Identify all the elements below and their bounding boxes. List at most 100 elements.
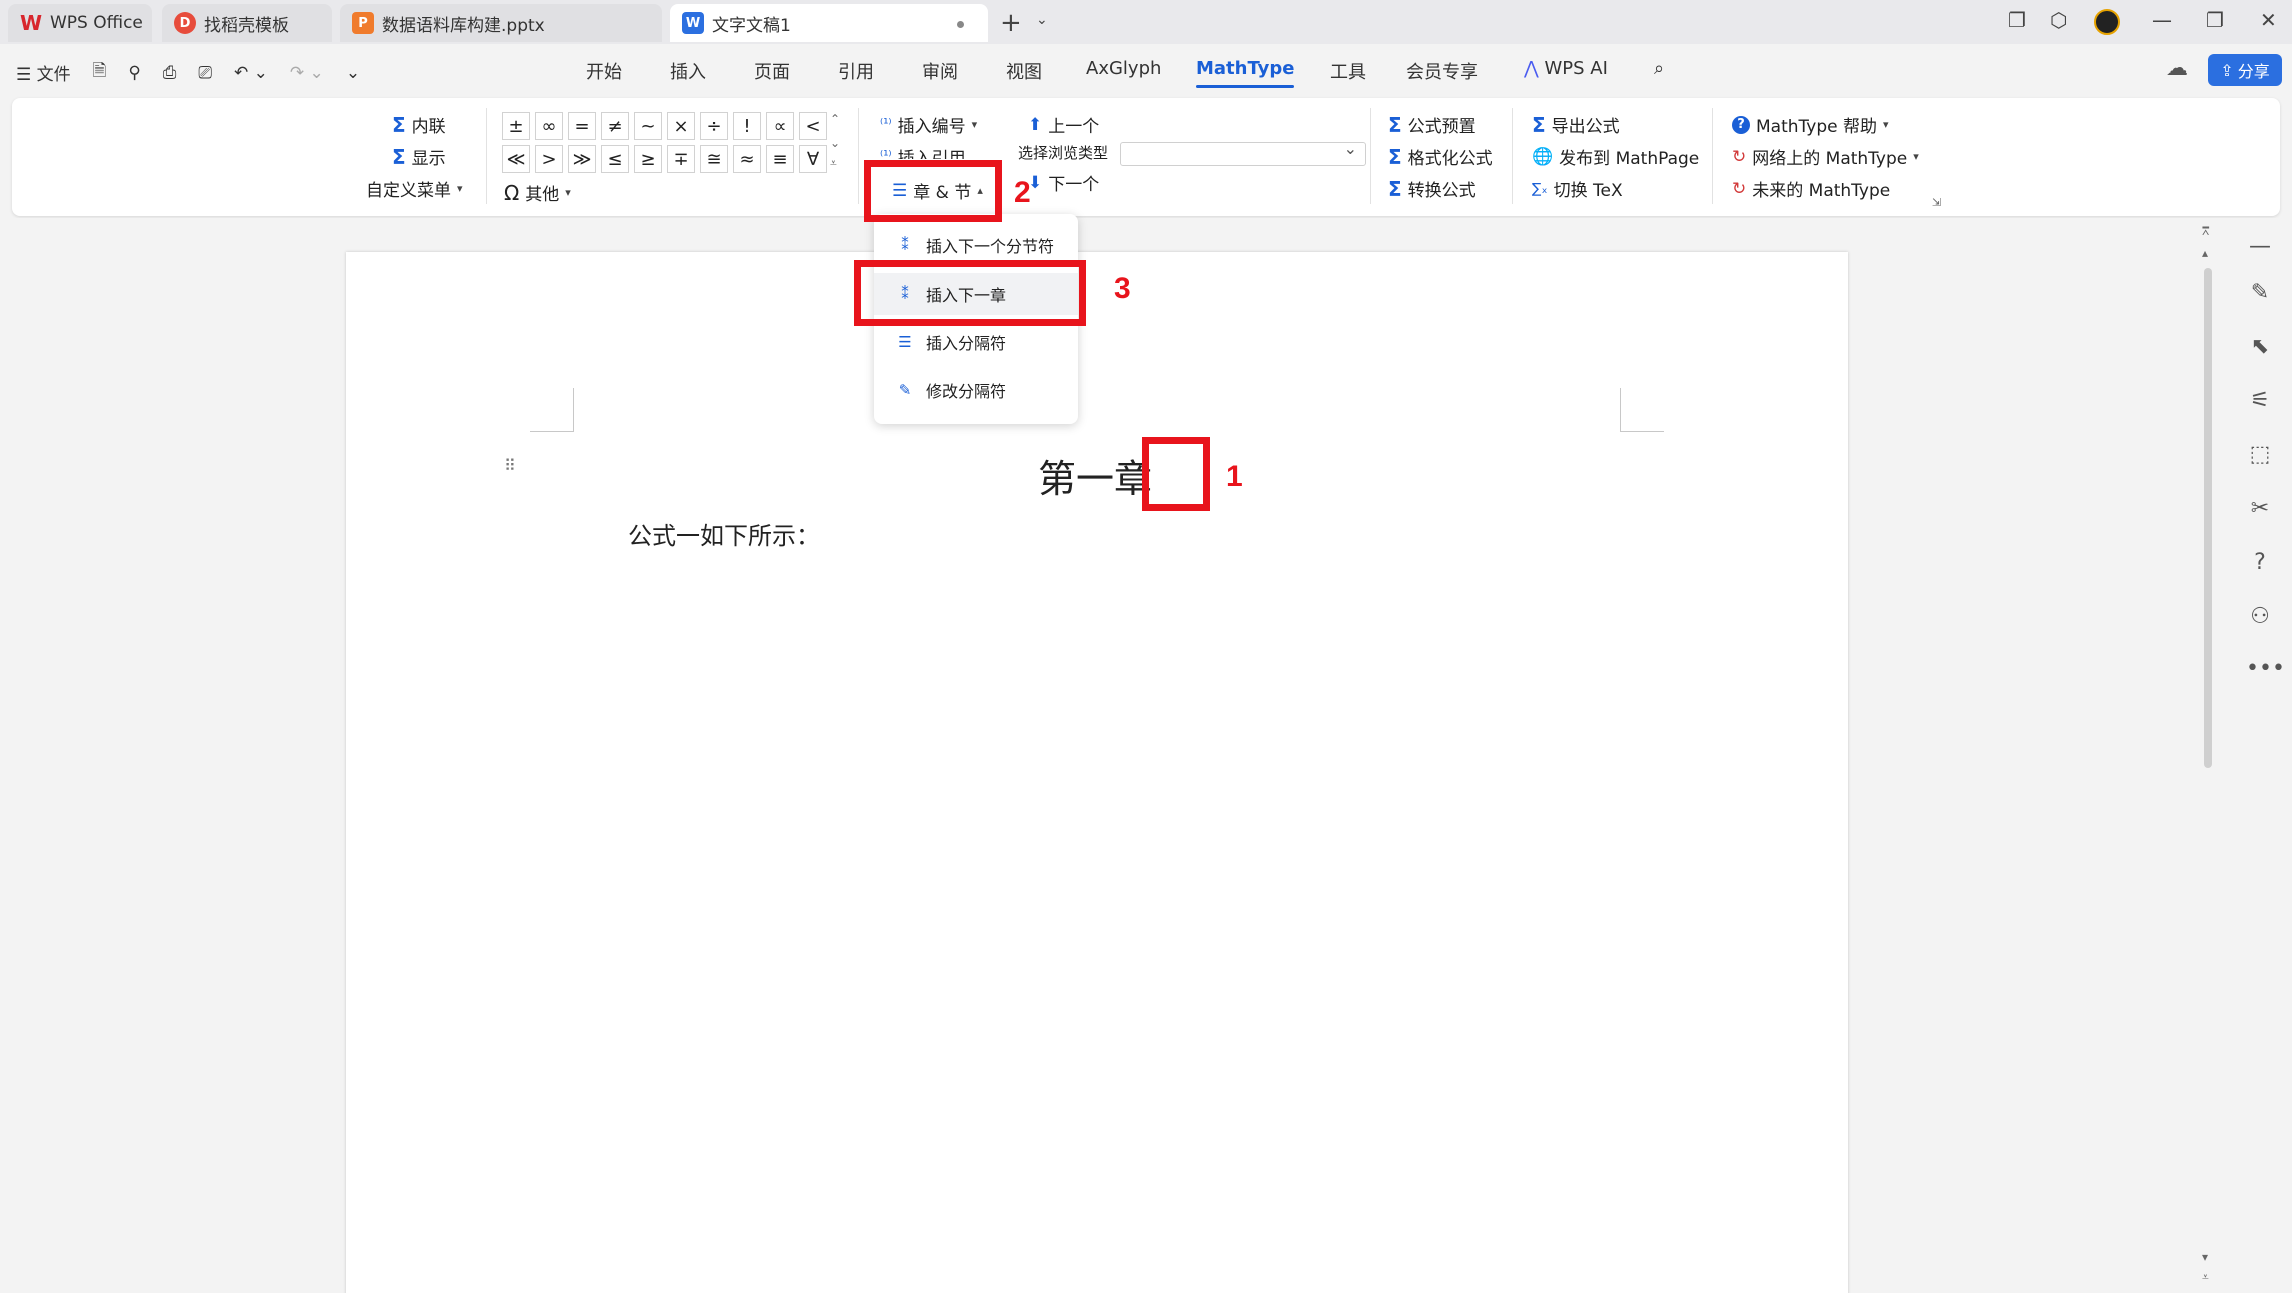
shirt-icon[interactable]: ⚇ — [2246, 604, 2274, 629]
tab-word-document[interactable]: W 文字文稿1 — [670, 4, 988, 42]
tab-tools[interactable]: 工具 — [1330, 58, 1366, 84]
ribbon-separator — [1712, 108, 1713, 204]
palette-scroll-up-icon[interactable]: ⌃ — [830, 112, 840, 126]
mathtype-future-button[interactable]: ↻ 未来的 MathType — [1732, 176, 1890, 202]
formula-preset-button[interactable]: Σ 公式预置 — [1388, 112, 1476, 138]
tab-references[interactable]: 引用 — [838, 58, 874, 84]
display-equation-button[interactable]: Σ 显示 — [392, 144, 446, 170]
inline-equation-button[interactable]: Σ 内联 — [392, 112, 446, 138]
symbol-button[interactable]: ± — [502, 112, 530, 140]
toggle-tex-button[interactable]: ∑ₓ 切换 TeX — [1532, 176, 1623, 202]
tab-docer-templates[interactable]: D 找稻壳模板 — [162, 4, 332, 42]
select-cursor-icon[interactable]: ⬉ — [2246, 334, 2274, 359]
tab-page[interactable]: 页面 — [754, 58, 790, 84]
other-symbols-button[interactable]: Ω 其他 ▾ — [504, 180, 571, 206]
mathtype-help-button[interactable]: ? MathType 帮助 ▾ — [1732, 112, 1889, 137]
chevron-down-icon: ▾ — [1913, 150, 1919, 163]
ribbon-expand-icon[interactable]: ⇲ — [1932, 196, 1941, 209]
format-formula-button[interactable]: Σ 格式化公式 — [1388, 144, 1493, 170]
pen-icon[interactable]: ✎ — [2246, 280, 2274, 305]
palette-expand-icon[interactable]: ⩡ — [830, 156, 837, 171]
chevron-down-icon: ▾ — [971, 118, 978, 131]
share-button[interactable]: ⇪ 分享 — [2208, 54, 2282, 86]
symbol-button[interactable]: ∀ — [799, 145, 827, 173]
undo-icon[interactable]: ↶ ⌄ — [234, 63, 268, 83]
avatar[interactable] — [2094, 9, 2120, 35]
collapse-icon[interactable]: — — [2246, 234, 2274, 259]
menu-item-edit-separator[interactable]: ✎ 修改分隔符 — [874, 369, 1078, 411]
cube-icon[interactable]: ⬡ — [2050, 8, 2067, 32]
scroll-bottom-icon[interactable]: ⩡ — [2202, 1270, 2209, 1285]
vertical-scrollbar[interactable] — [2204, 268, 2212, 768]
cloud-upload-icon[interactable]: ☁ — [2166, 56, 2188, 81]
save-icon[interactable]: 🗎 — [93, 58, 107, 87]
export-formula-button[interactable]: Σ 导出公式 — [1532, 112, 1620, 138]
symbol-button[interactable]: ≅ — [700, 145, 728, 173]
symbol-button[interactable]: ∓ — [667, 145, 695, 173]
symbol-button[interactable]: ≤ — [601, 145, 629, 173]
tools-icon[interactable]: ✂ — [2246, 496, 2274, 521]
browse-type-select[interactable] — [1120, 139, 1366, 166]
search-icon[interactable]: ⌕ — [1654, 58, 1664, 79]
annotation-box-3 — [854, 260, 1086, 326]
next-button[interactable]: ⬇ 下一个 — [1028, 170, 1099, 196]
tab-mathtype[interactable]: MathType — [1196, 58, 1295, 88]
close-icon[interactable]: ✕ — [2260, 8, 2277, 32]
format-painter-icon[interactable]: ⚲ — [128, 63, 140, 83]
symbol-button[interactable]: × — [667, 112, 695, 140]
window-layout-icon[interactable]: ❐ — [2008, 8, 2026, 32]
symbol-button[interactable]: ÷ — [700, 112, 728, 140]
tab-wps-office[interactable]: W WPS Office — [8, 4, 152, 42]
tab-axglyph[interactable]: AxGlyph — [1086, 58, 1161, 79]
arrow-up-icon: ⬆ — [1028, 114, 1043, 135]
file-menu[interactable]: ☰ 文件 — [16, 60, 71, 85]
more-icon[interactable]: ••• — [2246, 656, 2285, 681]
symbol-button[interactable]: ≡ — [766, 145, 794, 173]
symbol-button[interactable]: < — [799, 112, 827, 140]
chevron-down-icon[interactable]: ⌄ — [1036, 12, 1048, 28]
publish-mathpage-button[interactable]: 🌐 发布到 MathPage — [1532, 144, 1699, 170]
more-chevron-icon[interactable]: ⌄ — [346, 63, 360, 83]
menu-item-insert-separator[interactable]: ☰ 插入分隔符 — [874, 321, 1078, 363]
symbol-button[interactable]: ∞ — [535, 112, 563, 140]
tab-member[interactable]: 会员专享 — [1406, 58, 1478, 84]
scroll-down-icon[interactable]: ▾ — [2202, 1250, 2208, 1264]
print-icon[interactable]: ⎙ — [163, 63, 177, 83]
new-tab-plus-icon[interactable]: + — [1000, 8, 1022, 38]
image-edit-icon[interactable]: ⬚ — [2246, 442, 2274, 467]
symbol-button[interactable]: ≥ — [634, 145, 662, 173]
hamburger-icon: ☰ — [16, 65, 37, 85]
redo-icon[interactable]: ↷ ⌄ — [290, 63, 324, 83]
convert-formula-button[interactable]: Σ 转换公式 — [1388, 176, 1476, 202]
symbol-button[interactable]: ∝ — [766, 112, 794, 140]
chapter-heading[interactable]: 第一章 — [1038, 448, 1152, 503]
scroll-top-icon[interactable]: ⩞ — [2202, 224, 2209, 239]
tab-wps-ai[interactable]: ⋀ WPS AI — [1524, 58, 1608, 79]
adjust-sliders-icon[interactable]: ⚟ — [2246, 388, 2274, 413]
tab-insert[interactable]: 插入 — [670, 58, 706, 84]
print-preview-icon[interactable]: ⎚ — [198, 63, 212, 83]
tab-view[interactable]: 视图 — [1006, 58, 1042, 84]
insert-number-button[interactable]: ⁽¹⁾ 插入编号 ▾ — [880, 112, 977, 137]
symbol-button[interactable]: ≠ — [601, 112, 629, 140]
symbol-button[interactable]: ≫ — [568, 145, 596, 173]
symbol-button[interactable]: ≈ — [733, 145, 761, 173]
help-circle-icon[interactable]: ? — [2246, 550, 2274, 575]
custom-menu-button[interactable]: 自定义菜单 ▾ — [366, 176, 463, 201]
minimize-icon[interactable]: — — [2152, 8, 2172, 32]
paragraph-drag-handle-icon[interactable]: ⠿ — [504, 458, 516, 474]
symbol-button[interactable]: ≪ — [502, 145, 530, 173]
tab-home[interactable]: 开始 — [586, 58, 622, 84]
symbol-button[interactable]: > — [535, 145, 563, 173]
mathtype-online-button[interactable]: ↻ 网络上的 MathType ▾ — [1732, 144, 1919, 170]
symbol-button[interactable]: = — [568, 112, 596, 140]
tab-pptx-document[interactable]: P 数据语料库构建.pptx — [340, 4, 662, 42]
palette-scroll-down-icon[interactable]: ⌄ — [830, 136, 840, 150]
scroll-up-icon[interactable]: ▴ — [2202, 246, 2208, 260]
tab-review[interactable]: 审阅 — [922, 58, 958, 84]
previous-button[interactable]: ⬆ 上一个 — [1028, 112, 1099, 138]
body-paragraph[interactable]: 公式一如下所示： — [628, 516, 820, 551]
restore-icon[interactable]: ❐ — [2206, 8, 2224, 32]
symbol-button[interactable]: ~ — [634, 112, 662, 140]
symbol-button[interactable]: ! — [733, 112, 761, 140]
